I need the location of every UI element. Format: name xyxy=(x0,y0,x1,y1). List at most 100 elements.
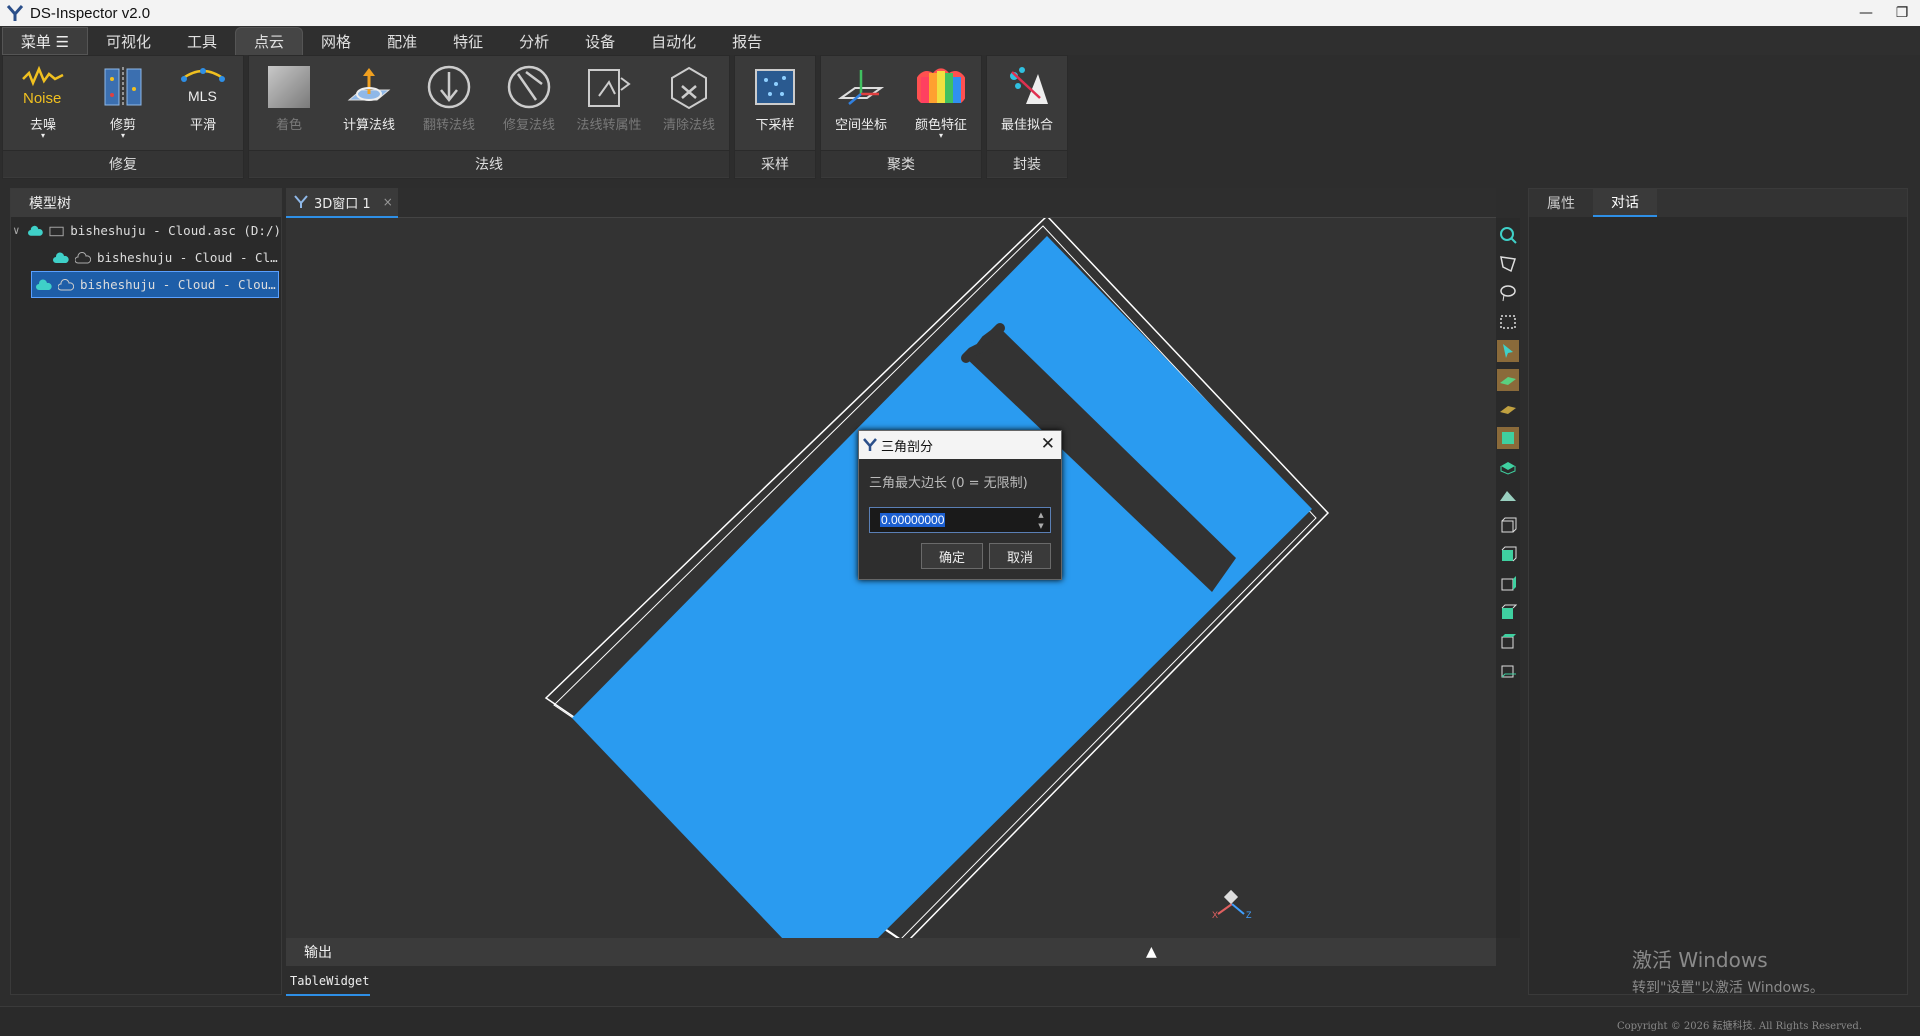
view-right-icon[interactable] xyxy=(1497,601,1519,623)
layer-3-icon[interactable] xyxy=(1497,427,1519,449)
normals-to-attribute-label: 法线转属性 xyxy=(576,118,642,133)
repair-normals-button[interactable]: 修复法线 xyxy=(489,62,569,150)
tab-table-widget[interactable]: TableWidget xyxy=(286,968,370,996)
ribbon-group-clustering: 空间坐标 颜色特征 ▾ 聚类 xyxy=(820,55,982,179)
mls-smooth-icon: MLS xyxy=(178,62,228,112)
menu-registration[interactable]: 配准 xyxy=(369,27,435,55)
tab-dialog[interactable]: 对话 xyxy=(1593,189,1657,217)
spinbox-arrows-icon[interactable]: ▲ ▼ xyxy=(1034,509,1048,531)
best-fit-icon xyxy=(1002,62,1052,112)
color-feature-button[interactable]: 颜色特征 ▾ xyxy=(901,62,981,150)
watermark-line-2: 转到"设置"以激活 Windows。 xyxy=(1632,980,1824,996)
ok-button[interactable]: 确定 xyxy=(921,543,983,569)
ribbon-group-repair: Noise 去噪 ▾ 修剪 ▾ MLS 平滑 修复 xyxy=(2,55,244,179)
activation-watermark: 激活 Windows 转到"设置"以激活 Windows。 xyxy=(1632,944,1824,997)
color-feature-icon xyxy=(916,62,966,112)
ribbon-group-label-wrap: 封装 xyxy=(987,150,1067,177)
dialog-title-bar[interactable]: 三角剖分 ✕ xyxy=(859,431,1061,459)
cloud-visible-icon[interactable] xyxy=(28,225,43,237)
main-menu-button[interactable]: 菜单 ☰ xyxy=(2,27,88,55)
lasso-select-icon[interactable] xyxy=(1497,282,1519,304)
polygon-select-icon[interactable] xyxy=(1497,253,1519,275)
menu-mesh[interactable]: 网格 xyxy=(303,27,369,55)
view-back-icon[interactable] xyxy=(1497,543,1519,565)
trim-dropdown-icon[interactable]: ▾ xyxy=(121,132,125,140)
dialog-close-button[interactable]: ✕ xyxy=(1041,434,1055,454)
denoise-dropdown-icon[interactable]: ▾ xyxy=(41,132,45,140)
triangulation-dialog: 三角剖分 ✕ 三角最大边长 (0 = 无限制) 0.00000000 ▲ ▼ 确定… xyxy=(858,430,1062,580)
smooth-button[interactable]: MLS 平滑 xyxy=(163,62,243,150)
noise-icon: Noise xyxy=(18,62,68,112)
pointer-icon[interactable] xyxy=(1497,340,1519,362)
axis-x-label: X xyxy=(1212,910,1218,920)
ribbon-group-sampling: 下采样 采样 xyxy=(734,55,816,179)
color-feature-dropdown-icon[interactable]: ▾ xyxy=(939,132,943,140)
menu-devices[interactable]: 设备 xyxy=(567,27,633,55)
clear-normals-label: 清除法线 xyxy=(662,118,715,133)
tree-item[interactable]: bisheshuju - Cloud - Cl… xyxy=(11,244,281,271)
expand-arrow-icon[interactable]: ▲ xyxy=(1146,944,1157,960)
plane-icon[interactable] xyxy=(1497,485,1519,507)
chevron-down-icon[interactable]: ∨ xyxy=(13,224,28,237)
properties-panel: 属性 对话 xyxy=(1528,188,1908,995)
view-left-icon[interactable] xyxy=(1497,572,1519,594)
view-front-icon[interactable] xyxy=(1497,514,1519,536)
menu-automation[interactable]: 自动化 xyxy=(633,27,714,55)
tab-close-icon[interactable]: × xyxy=(383,195,393,209)
rect-select-icon[interactable] xyxy=(1497,311,1519,333)
cloud-visible-icon[interactable] xyxy=(36,278,52,291)
ribbon-group-label-normals: 法线 xyxy=(249,150,729,177)
layer-1-icon[interactable] xyxy=(1497,369,1519,391)
menu-point-cloud[interactable]: 点云 xyxy=(235,27,304,55)
clear-normals-button[interactable]: 清除法线 xyxy=(649,62,729,150)
spatial-coordinates-button[interactable]: 空间坐标 xyxy=(821,62,901,150)
max-edge-length-input[interactable]: 0.00000000 ▲ ▼ xyxy=(869,507,1051,533)
title-bar: DS-Inspector v2.0 — ❐ xyxy=(0,0,1920,26)
ribbon-group-label-repair: 修复 xyxy=(3,150,243,177)
point-cloud-surface xyxy=(572,236,1312,938)
view-bottom-icon[interactable] xyxy=(1497,659,1519,681)
normals-to-attribute-icon xyxy=(584,62,634,112)
spatial-coordinates-icon xyxy=(836,62,886,112)
restore-button[interactable]: ❐ xyxy=(1884,0,1920,26)
max-edge-length-value: 0.00000000 xyxy=(880,513,946,527)
best-fit-button[interactable]: 最佳拟合 xyxy=(987,62,1067,150)
compute-normals-button[interactable]: 计算法线 xyxy=(329,62,409,150)
model-tree-panel: 模型树 ∨ bisheshuju - Cloud.asc (D:/) bishe… xyxy=(10,188,282,995)
watermark-line-1: 激活 Windows xyxy=(1632,948,1768,972)
colorize-button[interactable]: 着色 xyxy=(249,62,329,150)
tree-item[interactable]: ∨ bisheshuju - Cloud.asc (D:/) xyxy=(11,217,281,244)
tree-item-selected[interactable]: bisheshuju - Cloud - Clou… xyxy=(31,271,279,298)
downsample-icon xyxy=(750,62,800,112)
ribbon-group-wrap: 最佳拟合 封装 xyxy=(986,55,1068,179)
normals-to-attribute-button[interactable]: 法线转属性 xyxy=(569,62,649,150)
cloud-visible-icon[interactable] xyxy=(53,251,69,264)
flip-normals-icon xyxy=(424,62,474,112)
menu-analysis[interactable]: 分析 xyxy=(501,27,567,55)
zoom-fit-icon[interactable] xyxy=(1497,224,1519,246)
cancel-button[interactable]: 取消 xyxy=(989,543,1051,569)
tree-item-label: bisheshuju - Cloud - Cl… xyxy=(97,250,278,265)
ribbon: Noise 去噪 ▾ 修剪 ▾ MLS 平滑 修复 着色 计算法线 翻转法线 修… xyxy=(0,55,1920,179)
flip-normals-button[interactable]: 翻转法线 xyxy=(409,62,489,150)
app-logo-icon xyxy=(6,5,24,21)
spatial-coordinates-label: 空间坐标 xyxy=(834,118,887,133)
layer-2-icon[interactable] xyxy=(1497,398,1519,420)
layer-4-icon[interactable] xyxy=(1497,456,1519,478)
view-tool-strip xyxy=(1496,218,1520,938)
menu-tools[interactable]: 工具 xyxy=(169,27,235,55)
ribbon-group-label-sampling: 采样 xyxy=(735,150,815,177)
downsample-button[interactable]: 下采样 xyxy=(735,62,815,150)
point-cloud-icon xyxy=(75,251,91,263)
minimize-button[interactable]: — xyxy=(1848,0,1884,26)
view-top-icon[interactable] xyxy=(1497,630,1519,652)
denoise-button[interactable]: Noise 去噪 ▾ xyxy=(3,62,83,150)
compute-normals-label: 计算法线 xyxy=(342,118,395,133)
tab-3d-window[interactable]: 3D窗口 1 × xyxy=(286,188,398,218)
menu-report[interactable]: 报告 xyxy=(714,27,780,55)
menu-visualize[interactable]: 可视化 xyxy=(88,27,169,55)
tab-properties[interactable]: 属性 xyxy=(1529,189,1593,217)
trim-button[interactable]: 修剪 ▾ xyxy=(83,62,163,150)
menu-features[interactable]: 特征 xyxy=(435,27,501,55)
output-panel-header[interactable]: 输出 ▲ xyxy=(286,938,1496,966)
